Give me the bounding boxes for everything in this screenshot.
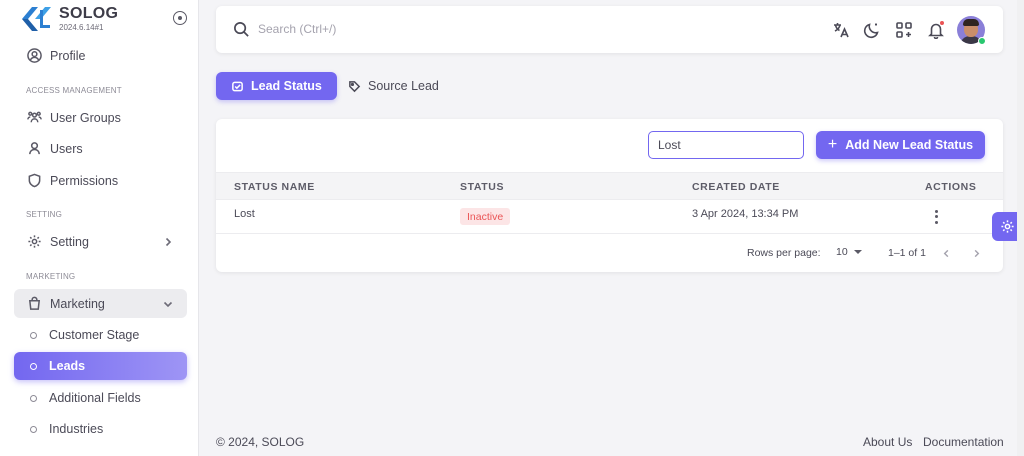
- chevron-down-icon: [163, 298, 173, 308]
- circle-icon: [30, 331, 37, 339]
- sidebar-pin-icon[interactable]: [173, 11, 187, 25]
- scrollbar[interactable]: [1017, 0, 1024, 456]
- sidebar-item-label: Permissions: [50, 173, 119, 188]
- about-us-link[interactable]: About Us: [863, 435, 912, 449]
- sidebar-item-label: Marketing: [50, 296, 105, 311]
- pagination-range: 1–1 of 1: [888, 247, 926, 259]
- translate-icon[interactable]: [831, 20, 850, 39]
- copyright: © 2024, SOLOG: [216, 435, 305, 449]
- tag-icon: [349, 80, 361, 92]
- sidebar-item-setting[interactable]: Setting: [14, 227, 187, 256]
- sidebar: SOLOG 2024.6.14#1 Profile ACCESS MANAGEM…: [0, 0, 199, 456]
- search-input[interactable]: [258, 18, 558, 40]
- prev-page-button[interactable]: [938, 245, 954, 261]
- sidebar-item-label: Profile: [50, 48, 86, 63]
- brand[interactable]: SOLOG 2024.6.14#1: [20, 4, 190, 34]
- solog-logo-icon: [22, 7, 51, 31]
- plus-icon: +: [827, 136, 838, 153]
- topbar: [216, 6, 1003, 53]
- more-vertical-icon[interactable]: [928, 209, 944, 225]
- shopping-bag-icon: [26, 296, 42, 312]
- shield-icon: [26, 173, 42, 189]
- sidebar-item-label: Additional Fields: [49, 391, 141, 405]
- cell-created-date: 3 Apr 2024, 13:34 PM: [692, 208, 799, 220]
- brand-version: 2024.6.14#1: [59, 23, 104, 32]
- pagination: Rows per page: 10 1–1 of 1: [216, 234, 1003, 272]
- sidebar-item-label: Users: [50, 141, 83, 156]
- apps-grid-icon[interactable]: [894, 20, 913, 39]
- rows-per-page-select[interactable]: 10: [836, 246, 862, 258]
- sidebar-item-label: Leads: [49, 359, 86, 373]
- sidebar-item-label: User Groups: [50, 110, 121, 125]
- sidebar-item-profile[interactable]: Profile: [14, 41, 187, 70]
- sidebar-item-additional-fields[interactable]: Additional Fields: [14, 384, 187, 412]
- search-icon[interactable]: [233, 21, 250, 38]
- chevron-right-icon: [163, 236, 173, 247]
- circle-icon: [30, 394, 37, 402]
- bell-icon[interactable]: [926, 20, 945, 39]
- section-marketing: MARKETING: [26, 272, 76, 281]
- circle-icon: [30, 362, 37, 370]
- user-circle-icon: [26, 48, 42, 64]
- sidebar-item-user-groups[interactable]: User Groups: [14, 103, 187, 132]
- rows-per-page-label: Rows per page:: [747, 247, 821, 259]
- gear-icon: [26, 234, 42, 250]
- chevron-left-icon: [943, 249, 948, 257]
- moon-icon[interactable]: [862, 20, 881, 39]
- cell-status-name: Lost: [234, 208, 255, 220]
- table-row[interactable]: Lost Inactive 3 Apr 2024, 13:34 PM: [216, 200, 1003, 234]
- column-header-status[interactable]: STATUS: [460, 181, 504, 193]
- status-badge: Inactive: [460, 208, 511, 225]
- column-header-status-name[interactable]: STATUS NAME: [234, 181, 315, 193]
- notification-dot: [939, 20, 945, 26]
- sidebar-item-customer-stage[interactable]: Customer Stage: [14, 321, 187, 349]
- brand-name: SOLOG: [59, 5, 119, 22]
- sidebar-item-users[interactable]: Users: [14, 134, 187, 163]
- documentation-link[interactable]: Documentation: [923, 435, 1004, 449]
- gear-icon: [1000, 220, 1014, 233]
- tab-label: Source Lead: [368, 79, 439, 93]
- table-header: STATUS NAME STATUS CREATED DATE ACTIONS: [216, 172, 1003, 200]
- online-status-dot: [978, 37, 986, 45]
- column-header-actions: ACTIONS: [925, 181, 977, 193]
- tab-source-lead[interactable]: Source Lead: [333, 72, 454, 100]
- users-group-icon: [26, 110, 42, 126]
- sidebar-item-industries[interactable]: Industries: [14, 415, 187, 443]
- user-icon: [26, 141, 42, 157]
- add-new-lead-status-button[interactable]: + Add New Lead Status: [816, 131, 985, 159]
- sidebar-item-marketing[interactable]: Marketing: [14, 289, 187, 318]
- sidebar-item-label: Setting: [50, 234, 89, 249]
- badge-status-icon: [232, 81, 243, 91]
- lead-status-card: + Add New Lead Status STATUS NAME STATUS…: [216, 119, 1003, 272]
- filter-input[interactable]: [648, 131, 804, 159]
- sidebar-item-label: Industries: [49, 422, 104, 436]
- add-button-label: Add New Lead Status: [845, 138, 974, 152]
- section-setting: SETTING: [26, 210, 63, 219]
- section-access-management: ACCESS MANAGEMENT: [26, 86, 122, 95]
- next-page-button[interactable]: [968, 245, 984, 261]
- tab-label: Lead Status: [251, 79, 322, 93]
- chevron-right-icon: [974, 249, 979, 257]
- circle-icon: [30, 425, 37, 433]
- column-header-created-date[interactable]: CREATED DATE: [692, 181, 780, 193]
- tab-lead-status[interactable]: Lead Status: [216, 72, 337, 100]
- sidebar-item-permissions[interactable]: Permissions: [14, 166, 187, 195]
- sidebar-item-label: Customer Stage: [49, 328, 140, 342]
- sidebar-item-leads[interactable]: Leads: [14, 352, 187, 380]
- caret-down-icon: [853, 250, 862, 254]
